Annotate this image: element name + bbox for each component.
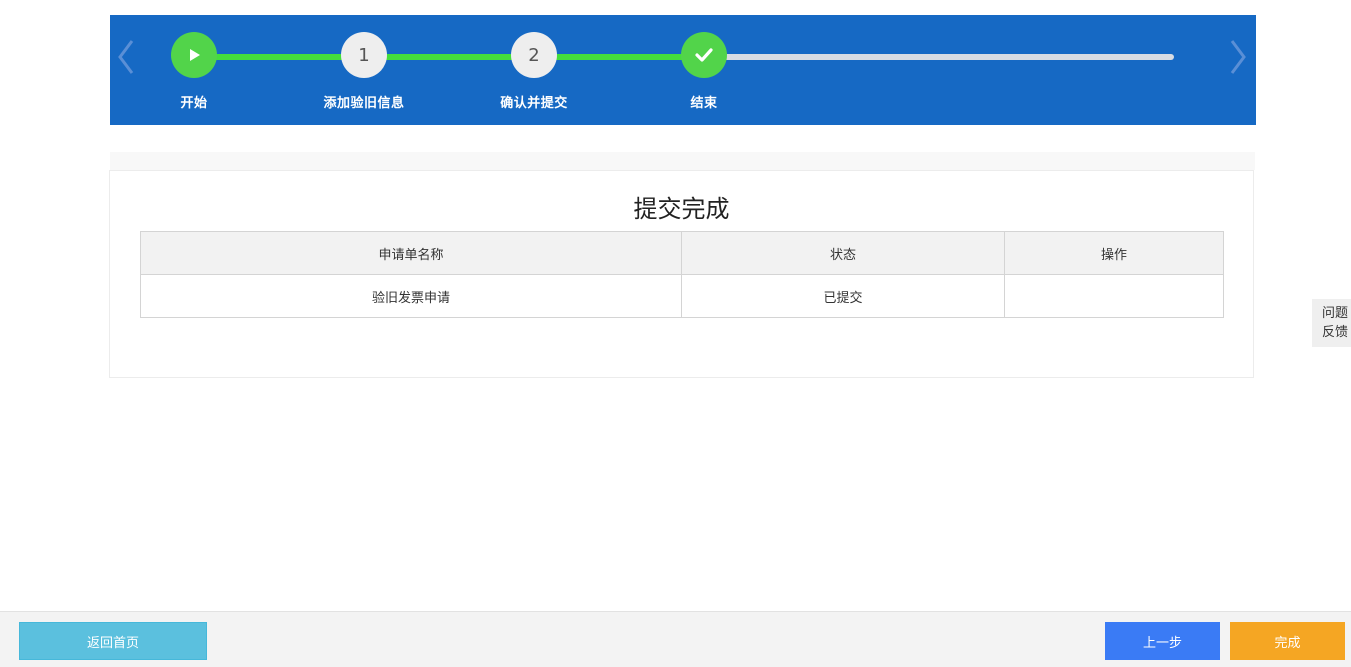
result-table: 申请单名称 状态 操作 验旧发票申请 已提交 bbox=[140, 231, 1224, 318]
panel-header-strip bbox=[110, 152, 1255, 170]
page: 1 2 开始 添加验旧信息 确认并提交 结束 提交完成 申请单名称 状态 操作 … bbox=[0, 0, 1351, 667]
step-1-label: 添加验旧信息 bbox=[323, 96, 405, 111]
footer-bar: 返回首页 上一步 完成 bbox=[0, 611, 1351, 667]
back-home-button[interactable]: 返回首页 bbox=[19, 622, 207, 660]
column-header-action: 操作 bbox=[1004, 231, 1224, 275]
table-row: 验旧发票申请 已提交 bbox=[140, 274, 1224, 318]
feedback-label-line1: 问题 bbox=[1322, 306, 1349, 321]
result-panel: 提交完成 申请单名称 状态 操作 验旧发票申请 已提交 bbox=[109, 170, 1254, 378]
play-icon bbox=[190, 49, 200, 61]
step-end-marker bbox=[681, 32, 727, 78]
step-2-label: 确认并提交 bbox=[500, 96, 568, 111]
chevron-right-icon[interactable] bbox=[1226, 37, 1250, 77]
chevron-left-icon[interactable] bbox=[114, 37, 138, 77]
step-1-marker: 1 bbox=[341, 32, 387, 78]
table-header-row: 申请单名称 状态 操作 bbox=[140, 231, 1224, 275]
page-title: 提交完成 bbox=[633, 195, 730, 223]
step-start-marker bbox=[171, 32, 217, 78]
column-header-name: 申请单名称 bbox=[140, 231, 682, 275]
cell-action bbox=[1004, 274, 1224, 318]
step-end-label: 结束 bbox=[690, 96, 718, 111]
step-2-marker: 2 bbox=[511, 32, 557, 78]
column-header-status: 状态 bbox=[681, 231, 1005, 275]
check-icon bbox=[695, 48, 713, 62]
feedback-button[interactable]: 问题 反馈 bbox=[1312, 299, 1351, 347]
progress-track-completed bbox=[194, 54, 704, 60]
finish-button[interactable]: 完成 bbox=[1230, 622, 1345, 660]
cell-status: 已提交 bbox=[681, 274, 1005, 318]
cell-name: 验旧发票申请 bbox=[140, 274, 682, 318]
progress-stepper: 1 2 开始 添加验旧信息 确认并提交 结束 bbox=[110, 15, 1256, 125]
step-start-label: 开始 bbox=[180, 96, 208, 111]
previous-step-button[interactable]: 上一步 bbox=[1105, 622, 1220, 660]
feedback-label-line2: 反馈 bbox=[1322, 325, 1349, 340]
progress-track-remaining bbox=[704, 54, 1174, 60]
